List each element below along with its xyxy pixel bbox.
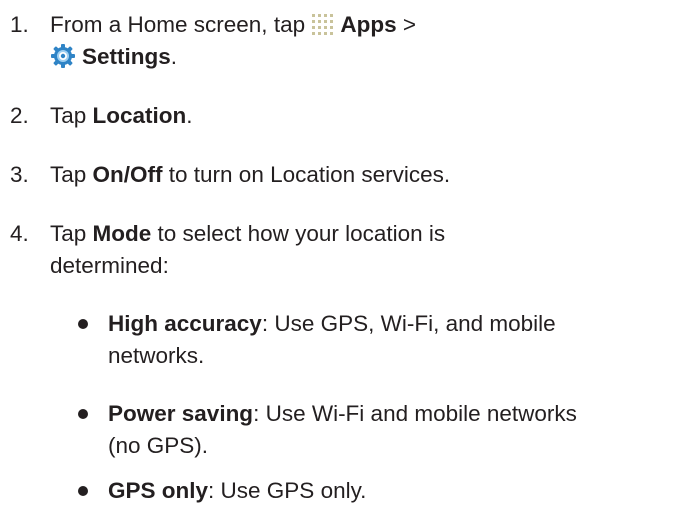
location-label: Location: [92, 103, 187, 128]
settings-label: Settings: [82, 44, 171, 69]
bullet-dot: [78, 319, 88, 329]
mode-text: GPS only: Use GPS only.: [108, 478, 367, 503]
mode-name: High accuracy: [108, 311, 262, 336]
step-text: Tap Mode to select how your location is …: [50, 221, 446, 278]
instructions-page: 1. From a Home screen, tap Apps > Settin…: [0, 0, 673, 521]
mode-text: Power saving: Use Wi-Fi and mobile netwo…: [108, 401, 577, 458]
apps-grid-icon: [311, 12, 337, 35]
bullet-dot: [78, 486, 88, 496]
mode-name: GPS only: [108, 478, 209, 503]
mode-label: Mode: [92, 221, 152, 246]
step-number: 4.: [10, 221, 29, 246]
step-number: 1.: [10, 12, 29, 37]
step-number: 3.: [10, 162, 29, 187]
step-text: Tap On/Off to turn on Location services.: [50, 162, 451, 187]
step-text: Tap Location.: [50, 103, 193, 128]
step-number: 2.: [10, 103, 29, 128]
mode-name: Power saving: [108, 401, 254, 426]
mode-text: High accuracy: Use GPS, Wi-Fi, and mobil…: [108, 311, 556, 368]
on-off-label: On/Off: [92, 162, 163, 187]
bullet-dot: [78, 409, 88, 419]
apps-label: Apps: [340, 12, 397, 37]
settings-gear-icon: [50, 43, 76, 69]
step-text: From a Home screen, tap Apps > Settings.: [50, 12, 416, 69]
